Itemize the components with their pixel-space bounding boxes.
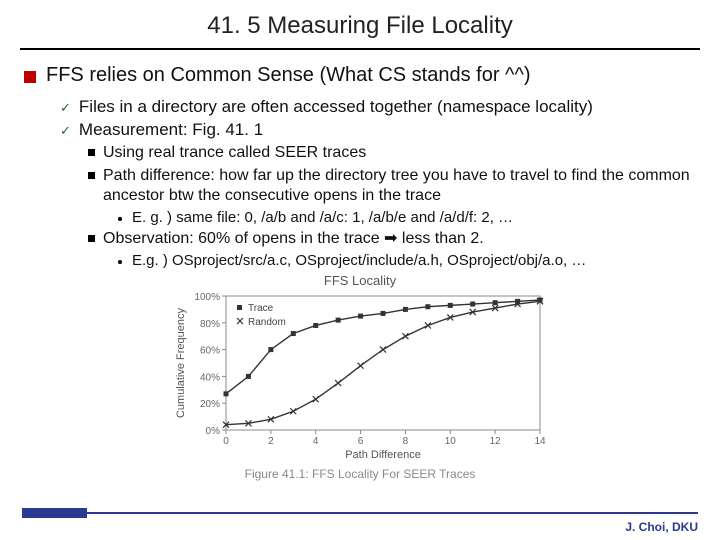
chart-plot: 0% 20% 40% 60% 80% 100% 0 2 4 6 8 10 12 14 Path Differ… bbox=[170, 290, 550, 460]
footer-block-icon bbox=[22, 508, 87, 518]
small-square-bullet-icon bbox=[88, 235, 95, 242]
bullet-text: Files in a directory are often accessed … bbox=[79, 97, 593, 117]
dot-bullet-icon bbox=[118, 217, 122, 221]
svg-text:14: 14 bbox=[534, 436, 546, 447]
svg-text:60%: 60% bbox=[200, 346, 220, 357]
svg-text:40%: 40% bbox=[200, 372, 220, 383]
bullet-text: Path difference: how far up the director… bbox=[103, 166, 696, 206]
bullet-text: E. g. ) same file: 0, /a/b and /a/c: 1, … bbox=[132, 209, 513, 226]
svg-text:Random: Random bbox=[248, 317, 286, 328]
bullet-level3: Path difference: how far up the director… bbox=[88, 166, 696, 206]
svg-text:Cumulative Frequency: Cumulative Frequency bbox=[175, 307, 187, 418]
bullet-text: E.g. ) OSproject/src/a.c, OSproject/incl… bbox=[132, 252, 586, 269]
slide: 41. 5 Measuring File Locality FFS relies… bbox=[0, 0, 720, 540]
svg-text:4: 4 bbox=[313, 436, 319, 447]
footer-bar bbox=[22, 508, 698, 518]
svg-text:20%: 20% bbox=[200, 399, 220, 410]
chart-title: FFS Locality bbox=[170, 273, 550, 288]
title-divider bbox=[20, 48, 700, 50]
bullet-level4: E. g. ) same file: 0, /a/b and /a/c: 1, … bbox=[118, 209, 696, 226]
bullet-text: Observation: 60% of opens in the trace ➡… bbox=[103, 229, 484, 249]
svg-text:Trace: Trace bbox=[248, 303, 274, 314]
svg-text:100%: 100% bbox=[194, 292, 220, 303]
footer-text: J. Choi, DKU bbox=[625, 520, 698, 534]
chart-container: FFS Locality 0% 20% 40% 60% 80% 100% 0 2 4 6 8 10 12… bbox=[170, 273, 550, 481]
svg-text:0%: 0% bbox=[206, 426, 221, 437]
bullet-text: Measurement: Fig. 41. 1 bbox=[79, 120, 263, 140]
svg-text:6: 6 bbox=[358, 436, 364, 447]
bullet-level3: Observation: 60% of opens in the trace ➡… bbox=[88, 229, 696, 249]
bullet-level1: FFS relies on Common Sense (What CS stan… bbox=[24, 64, 696, 87]
footer-line-icon bbox=[22, 512, 698, 514]
svg-text:Path Difference: Path Difference bbox=[345, 449, 421, 460]
svg-text:12: 12 bbox=[490, 436, 502, 447]
small-square-bullet-icon bbox=[88, 172, 95, 179]
svg-text:2: 2 bbox=[268, 436, 274, 447]
bullet-level2: ✓ Files in a directory are often accesse… bbox=[60, 97, 696, 117]
page-title: 41. 5 Measuring File Locality bbox=[24, 12, 696, 48]
bullet-level2: ✓ Measurement: Fig. 41. 1 bbox=[60, 120, 696, 140]
bullet-text: FFS relies on Common Sense (What CS stan… bbox=[46, 64, 530, 87]
svg-text:10: 10 bbox=[445, 436, 457, 447]
bullet-level3: Using real trance called SEER traces bbox=[88, 143, 696, 163]
small-square-bullet-icon bbox=[88, 149, 95, 156]
check-icon: ✓ bbox=[60, 123, 71, 139]
svg-text:8: 8 bbox=[403, 436, 409, 447]
check-icon: ✓ bbox=[60, 100, 71, 116]
svg-text:80%: 80% bbox=[200, 319, 220, 330]
svg-text:0: 0 bbox=[223, 436, 229, 447]
chart-caption: Figure 41.1: FFS Locality For SEER Trace… bbox=[170, 467, 550, 481]
square-bullet-icon bbox=[24, 71, 36, 83]
bullet-text: Using real trance called SEER traces bbox=[103, 143, 366, 163]
bullet-level4: E.g. ) OSproject/src/a.c, OSproject/incl… bbox=[118, 252, 696, 269]
dot-bullet-icon bbox=[118, 260, 122, 264]
